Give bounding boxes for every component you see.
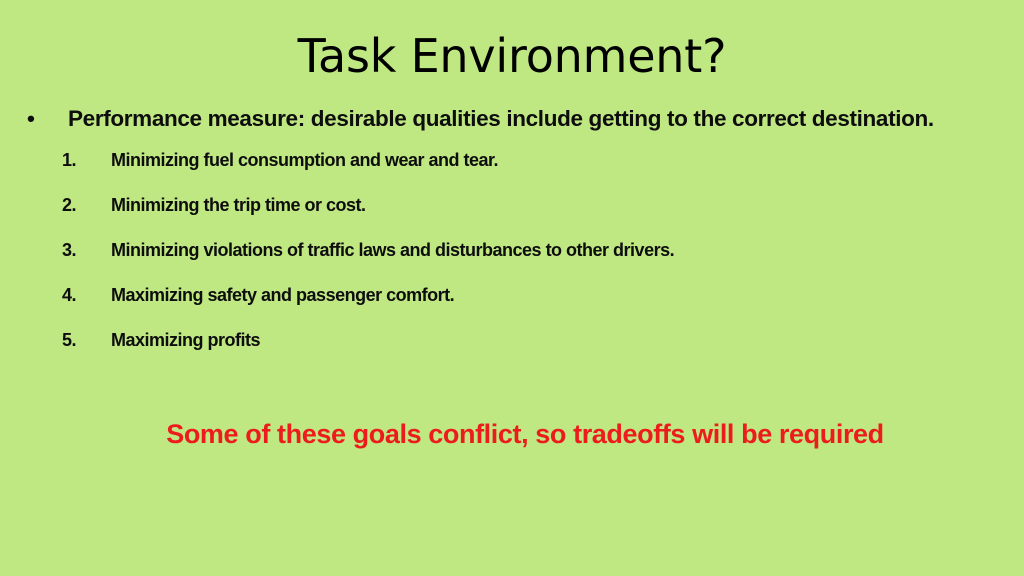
list-item-marker: 3. (62, 240, 77, 261)
list-item-marker: 4. (62, 285, 77, 306)
list-item-label: Minimizing fuel consumption and wear and… (111, 150, 499, 171)
list-item-label: Maximizing profits (111, 330, 261, 351)
list-item: 4. Maximizing safety and passenger comfo… (0, 281, 1024, 326)
list-item-label: Maximizing safety and passenger comfort. (111, 285, 455, 306)
bullet-performance-measure: • Performance measure: desirable qualiti… (0, 106, 1002, 132)
list-item: 2. Minimizing the trip time or cost. (0, 191, 1024, 236)
page-title: Task Environment? (297, 29, 727, 83)
list-item-label: Minimizing violations of traffic laws an… (111, 240, 675, 261)
list-item: 5. Maximizing profits (0, 326, 1024, 371)
closing-note: Some of these goals conflict, so tradeof… (166, 419, 884, 449)
bullet-point-icon: • (27, 106, 35, 131)
bullet-performance-measure-label: Performance measure: desirable qualities… (68, 106, 934, 131)
list-item: 3. Minimizing violations of traffic laws… (0, 236, 1024, 281)
list-item-label: Minimizing the trip time or cost. (111, 195, 366, 216)
numbered-goals-list: 1. Minimizing fuel consumption and wear … (0, 146, 1024, 371)
list-item-marker: 5. (62, 330, 77, 351)
list-item: 1. Minimizing fuel consumption and wear … (0, 146, 1024, 191)
list-item-marker: 2. (62, 195, 77, 216)
list-item-marker: 1. (62, 150, 77, 171)
slide-canvas: Task Environment? • Performance measure:… (0, 0, 1024, 576)
slide-body: • Performance measure: desirable qualiti… (0, 106, 1024, 371)
